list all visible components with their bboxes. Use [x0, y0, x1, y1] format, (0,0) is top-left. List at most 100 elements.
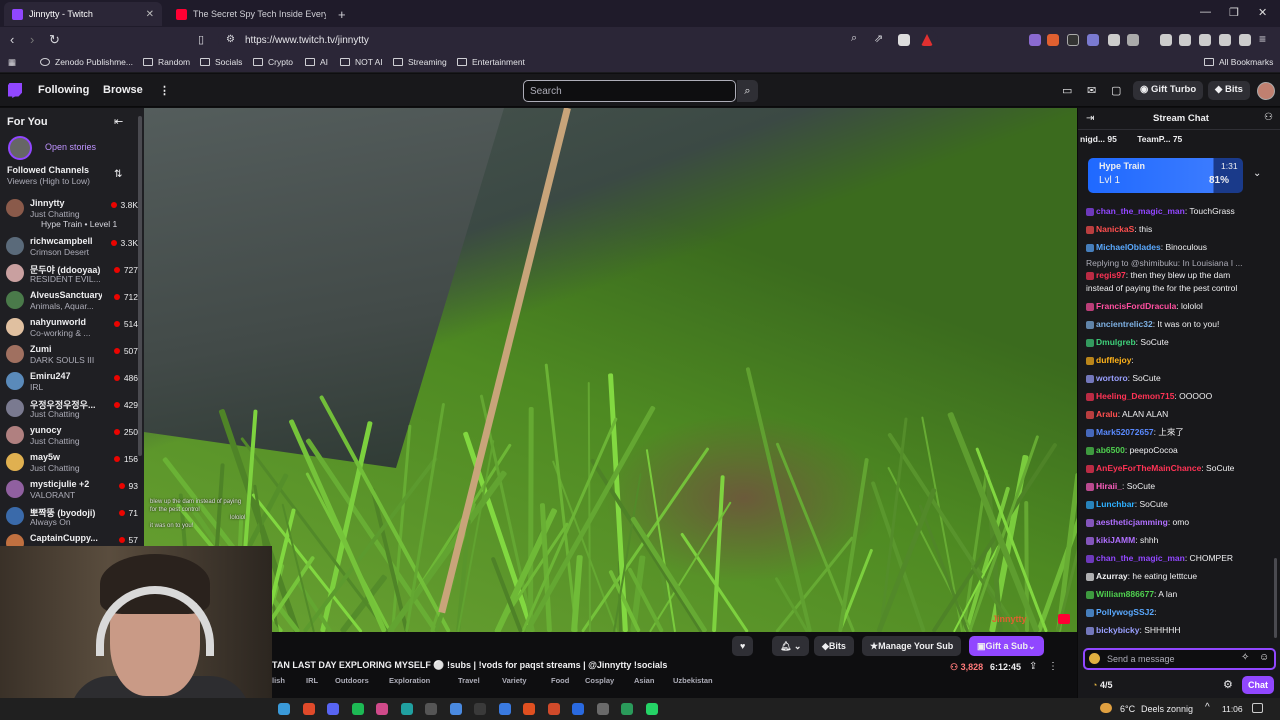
extension-icon[interactable] — [1127, 34, 1139, 46]
share-icon[interactable]: ⇪ — [1029, 661, 1037, 672]
search-input[interactable]: Search — [523, 80, 736, 102]
magic-wand-icon[interactable]: ✧ — [1241, 652, 1249, 663]
twitch-logo-icon[interactable] — [8, 83, 22, 98]
chat-message[interactable]: instead of paying the for the pest contr… — [1086, 283, 1276, 294]
chat-message[interactable]: chan_the_magic_man: TouchGrass — [1086, 206, 1276, 217]
chat-message[interactable]: PollywogSSJ2: — [1086, 607, 1276, 618]
emote-icon[interactable] — [1089, 653, 1100, 664]
chat-message[interactable]: Azurray: he eating letttcue — [1086, 571, 1276, 582]
chat-message[interactable]: wortoro: SoCute — [1086, 373, 1276, 384]
chat-username[interactable]: chan_the_magic_man — [1096, 553, 1185, 564]
taskbar-app-icon[interactable] — [523, 703, 535, 715]
time[interactable]: 11:06 — [1222, 704, 1243, 714]
taskbar-app-icon[interactable] — [376, 703, 388, 715]
notifications-button[interactable]: 🔔︎ ⌄ — [772, 636, 810, 656]
more-icon[interactable]: ⋮ — [159, 84, 170, 97]
chat-username[interactable]: AnEyeForTheMainChance — [1096, 463, 1201, 474]
chat-message[interactable]: dufflejoy: — [1086, 355, 1276, 366]
open-stories-link[interactable]: Open stories — [45, 142, 96, 152]
bits-button[interactable]: ◆ Bits — [1208, 81, 1250, 100]
chat-username[interactable]: ancientrelic32 — [1096, 319, 1153, 330]
sidebar-channel[interactable]: 뽀짝뚱 (byodoji) Always On 71 — [6, 505, 138, 531]
gift-turbo-button[interactable]: ◉ Gift Turbo — [1133, 81, 1204, 100]
follow-heart-button[interactable]: ♥ — [732, 636, 754, 656]
url-field[interactable]: https://www.twitch.tv/jinnytty — [218, 29, 938, 51]
bookmark-zenodo[interactable]: Zenodo Publishme... — [40, 57, 133, 67]
tag-chip[interactable]: Uzbekistan — [673, 676, 713, 685]
weather-desc[interactable]: Deels zonnig — [1141, 704, 1193, 714]
taskbar-app-icon[interactable] — [400, 703, 413, 715]
extension-icon[interactable] — [1047, 34, 1059, 46]
taskbar-app-icon[interactable] — [474, 703, 486, 715]
brave-shield-icon[interactable] — [898, 34, 910, 46]
tag-chip[interactable]: Food — [551, 676, 569, 685]
chat-message[interactable]: NanickaS: this — [1086, 224, 1276, 235]
chat-message[interactable]: AnEyeForTheMainChance: SoCute — [1086, 463, 1276, 474]
emote-picker-icon[interactable]: ☺ — [1259, 652, 1269, 663]
chat-message[interactable]: Dmulgreb: SoCute — [1086, 337, 1276, 348]
chat-username[interactable]: wortoro — [1096, 373, 1128, 384]
community-icon[interactable]: ⚇ — [1264, 112, 1273, 123]
back-icon[interactable]: ‹ — [10, 32, 14, 47]
collapse-chat-icon[interactable]: ⇥ — [1086, 113, 1094, 124]
chat-message[interactable]: Aralu: ALAN ALAN — [1086, 409, 1276, 420]
wallet-icon[interactable] — [1199, 34, 1211, 46]
bits-cheer-button[interactable]: ◆ Bits — [814, 636, 854, 656]
tag-chip[interactable]: Exploration — [389, 676, 430, 685]
sidebar-channel[interactable]: mysticjulie +2 VALORANT 93 — [6, 478, 138, 504]
chat-username[interactable]: FrancisFordDracula — [1096, 301, 1176, 312]
chat-message[interactable]: Mark52072657: 上來了 — [1086, 427, 1276, 438]
chat-username[interactable]: William886677 — [1096, 589, 1154, 600]
chat-username[interactable]: PollywogSSJ2 — [1096, 607, 1154, 618]
gift-sub-button[interactable]: ▣ Gift a Sub ⌄ — [969, 636, 1044, 656]
sidebar-scrollbar[interactable] — [138, 116, 142, 456]
shield-icon[interactable] — [1239, 34, 1251, 46]
tag-chip[interactable]: Variety — [502, 676, 527, 685]
chat-username[interactable]: bickybicky — [1096, 625, 1139, 636]
minimize-icon[interactable]: — — [1200, 6, 1211, 18]
sidebar-channel[interactable]: 우정우정우정우... Just Chatting 429 — [6, 397, 138, 423]
chat-message[interactable]: ancientrelic32: It was on to you! — [1086, 319, 1276, 330]
chat-message[interactable]: Lunchbar: SoCute — [1086, 499, 1276, 510]
menu-icon[interactable]: ≡ — [1259, 32, 1266, 46]
chat-username[interactable]: Aralu — [1096, 409, 1118, 420]
hype-train-banner[interactable]: Hype Train Lvl 1 1:31 81% — [1088, 158, 1243, 193]
forward-icon[interactable]: › — [30, 32, 34, 47]
all-bookmarks[interactable]: All Bookmarks — [1204, 57, 1273, 67]
tag-chip[interactable]: Travel — [458, 676, 480, 685]
chat-message[interactable]: regis97: then they blew up the dam — [1086, 270, 1276, 281]
video-player[interactable]: blew up the dam instead of paying for th… — [144, 108, 1077, 632]
taskbar-app-icon[interactable] — [498, 703, 511, 715]
bookmark-crypto[interactable]: Crypto — [253, 57, 293, 67]
chat-message[interactable]: kikiJAMM: shhh — [1086, 535, 1276, 546]
chat-username[interactable]: Hiraii_ — [1096, 481, 1122, 492]
chat-send-button[interactable]: Chat — [1242, 676, 1274, 694]
tab-jinnytty[interactable]: Jinnytty - Twitch ✕ — [4, 2, 162, 26]
chat-message[interactable]: William886677: A lan — [1086, 589, 1276, 600]
chat-message-input[interactable]: Send a message ☺ ✧ — [1083, 648, 1276, 670]
taskbar-app-icon[interactable] — [596, 703, 609, 715]
restore-icon[interactable]: ❐ — [1229, 6, 1239, 19]
tag-chip[interactable]: lish — [272, 676, 285, 685]
chat-message[interactable]: ab6500: peepoCocoa — [1086, 445, 1276, 456]
chat-username[interactable]: Azurray — [1096, 571, 1128, 582]
taskbar-app-icon[interactable] — [449, 703, 462, 715]
taskbar-app-icon[interactable] — [351, 703, 364, 715]
leaderboard-item[interactable]: TeamP... 75 — [1137, 134, 1182, 144]
extension-icon[interactable] — [1087, 34, 1099, 46]
tag-chip[interactable]: Outdoors — [335, 676, 369, 685]
tray-chevron-icon[interactable]: ^ — [1205, 702, 1210, 713]
chat-message[interactable]: Heeling_Demon715: OOOOO — [1086, 391, 1276, 402]
sidebar-channel[interactable]: nahyunworld Co-working & ... 514 — [6, 316, 138, 342]
sidebar-channel[interactable]: may5w Just Chatting 156 — [6, 451, 138, 477]
manage-sub-button[interactable]: ★ Manage Your Sub — [862, 636, 962, 656]
taskbar-app-icon[interactable] — [278, 703, 290, 715]
search-icon[interactable]: ⌕ — [737, 80, 758, 102]
chat-username[interactable]: dufflejoy — [1096, 355, 1131, 366]
sidebar-channel[interactable]: 문두야 (ddooyaa) RESIDENT EVIL... 727 — [6, 262, 138, 288]
channel-points[interactable]: ◔ 4/5 — [1092, 680, 1112, 690]
taskbar-app-icon[interactable] — [547, 703, 560, 715]
taskbar-app-icon[interactable] — [621, 703, 633, 715]
chat-message[interactable]: aestheticjamming: omo — [1086, 517, 1276, 528]
tag-chip[interactable]: Cosplay — [585, 676, 614, 685]
